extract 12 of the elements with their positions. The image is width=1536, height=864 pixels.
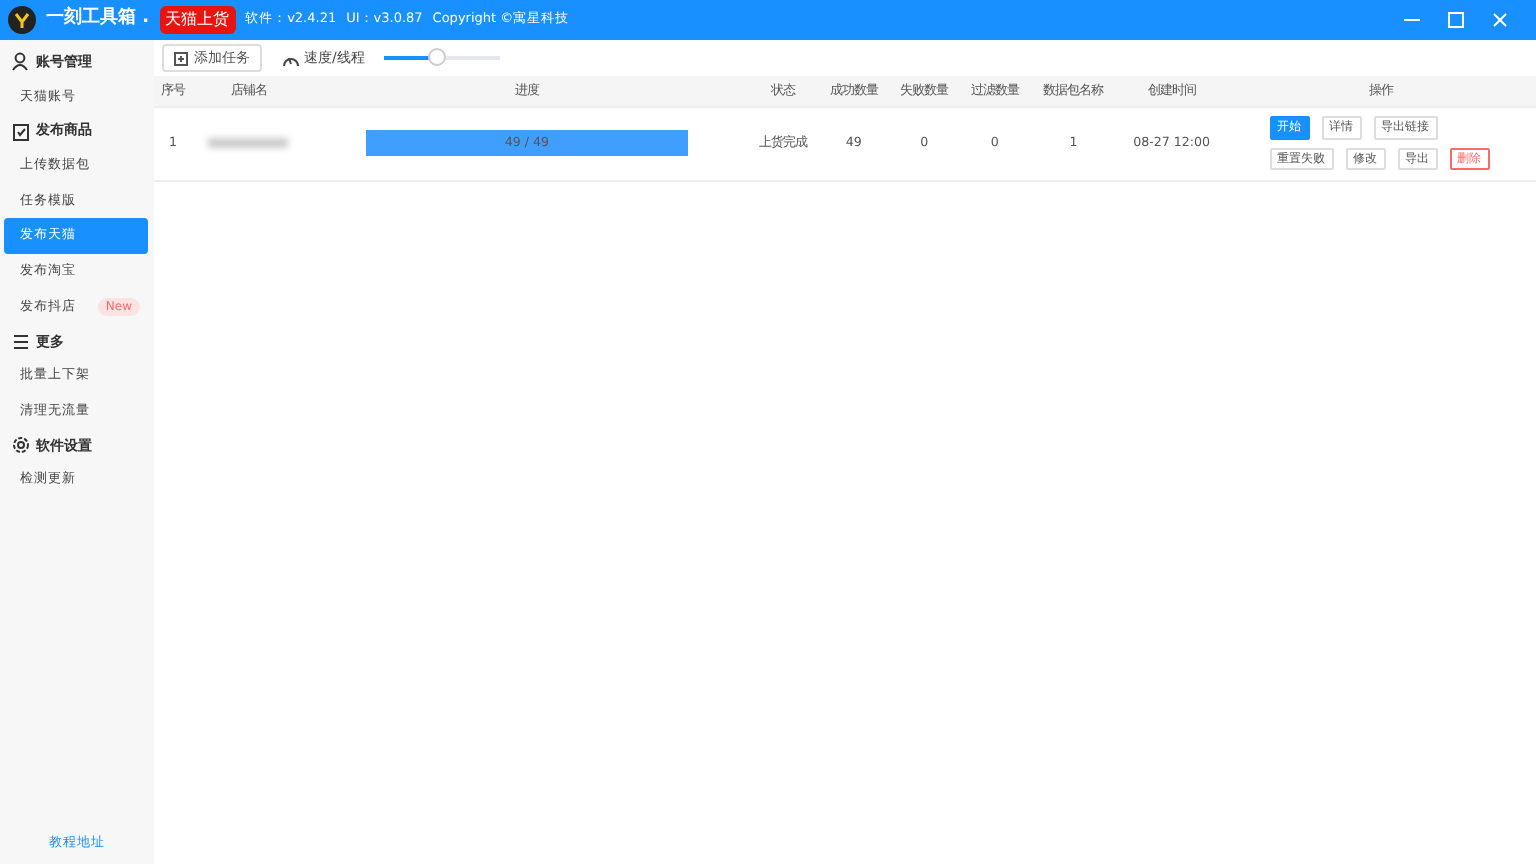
app-tag: 天猫上货 bbox=[159, 6, 236, 34]
close-icon[interactable] bbox=[1492, 12, 1508, 28]
clipboard-icon bbox=[12, 121, 30, 141]
slider-thumb[interactable] bbox=[428, 48, 447, 66]
person-icon bbox=[12, 52, 30, 73]
logo-icon bbox=[8, 6, 36, 34]
app-name: 一刻工具箱 . bbox=[46, 6, 150, 33]
gear-icon bbox=[12, 435, 30, 456]
maximize-icon[interactable] bbox=[1448, 12, 1464, 28]
menu-icon bbox=[12, 331, 30, 352]
plus-square-icon bbox=[174, 51, 188, 65]
blurred-text bbox=[208, 138, 289, 148]
